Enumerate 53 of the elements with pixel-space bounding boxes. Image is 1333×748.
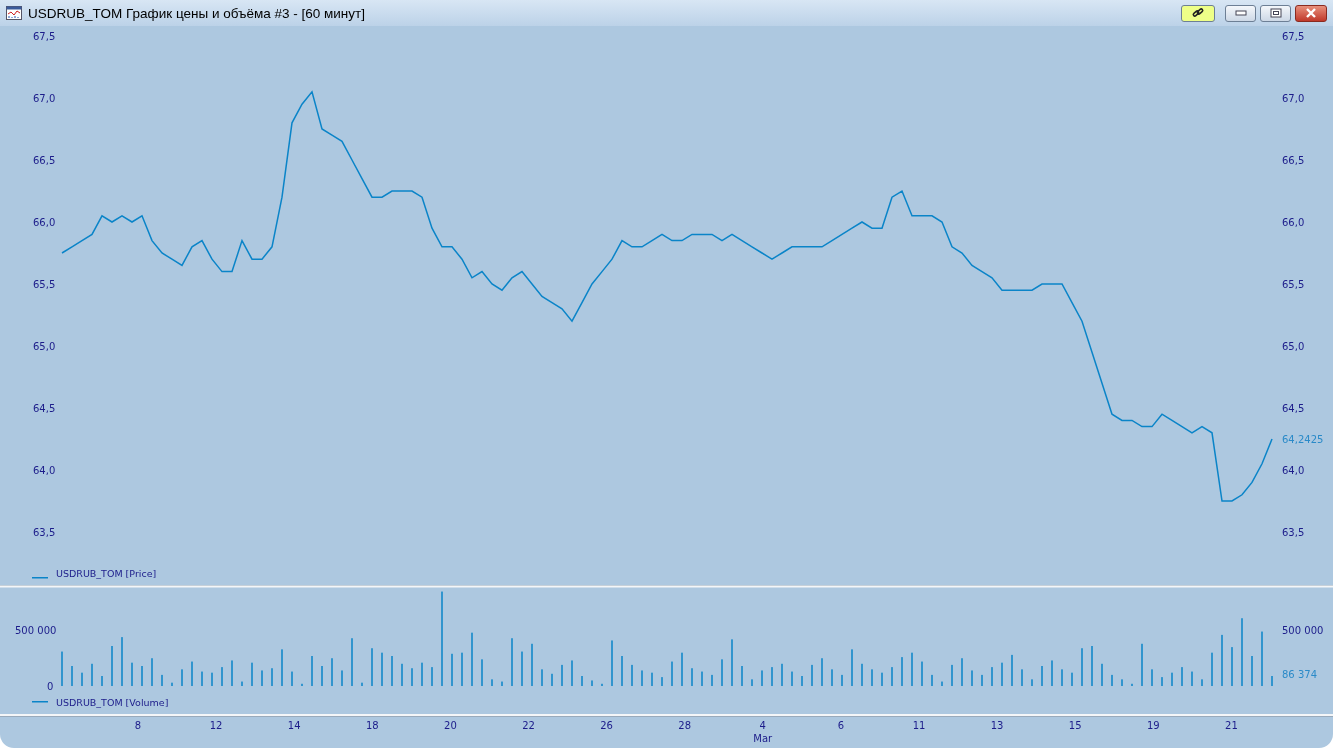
x-axis-label: 19 bbox=[1146, 720, 1160, 731]
x-axis-label: 11 bbox=[912, 720, 926, 731]
y-axis-label: 66,5 bbox=[33, 155, 56, 166]
minimize-icon bbox=[1234, 10, 1247, 16]
y-axis-label: 65,0 bbox=[33, 341, 56, 352]
last-price-label: 64,2425 bbox=[1282, 434, 1324, 445]
y-axis-label: 64,0 bbox=[33, 465, 56, 476]
x-axis-label: 28 bbox=[678, 720, 692, 731]
y-axis-label: 67,0 bbox=[1282, 93, 1305, 104]
maximize-icon bbox=[1269, 8, 1282, 18]
y-axis-label: 65,5 bbox=[1282, 279, 1305, 290]
link-button[interactable] bbox=[1181, 4, 1215, 22]
y-axis-label: 66,5 bbox=[1282, 155, 1305, 166]
y-axis-label: 66,0 bbox=[33, 217, 56, 228]
close-button[interactable] bbox=[1295, 4, 1327, 22]
x-axis-label: 21 bbox=[1225, 720, 1238, 731]
x-axis-label: 8 bbox=[134, 720, 142, 731]
x-axis-label: 13 bbox=[990, 720, 1004, 731]
y-axis-label: 63,5 bbox=[33, 527, 56, 538]
legend-line-icon bbox=[32, 701, 48, 703]
month-label: Mar bbox=[753, 733, 773, 744]
minimize-button[interactable] bbox=[1225, 4, 1256, 22]
y-axis-label: 64,5 bbox=[1282, 403, 1305, 414]
y-axis-label: 63,5 bbox=[1282, 527, 1305, 538]
x-axis-label: 6 bbox=[837, 720, 845, 731]
y-axis-label: 66,0 bbox=[1282, 217, 1305, 228]
x-axis-label: 15 bbox=[1068, 720, 1082, 731]
legend-label: USDRUB_TOM [Volume] bbox=[56, 696, 169, 708]
chart-window-icon bbox=[6, 6, 22, 20]
legend-line-icon bbox=[32, 577, 48, 579]
y-axis-label: 67,5 bbox=[1282, 31, 1305, 42]
y-axis-label: 64,5 bbox=[33, 403, 56, 414]
y-axis-label: 65,0 bbox=[1282, 341, 1305, 352]
y-axis-label: 64,0 bbox=[1282, 465, 1305, 476]
x-axis-label: 18 bbox=[365, 720, 379, 731]
x-axis-label: 4 bbox=[759, 720, 766, 731]
y-axis-label: 0 bbox=[47, 681, 54, 692]
x-axis-label: 20 bbox=[444, 720, 457, 731]
legend-label: USDRUB_TOM [Price] bbox=[56, 568, 157, 579]
x-axis-label: 12 bbox=[209, 720, 223, 731]
maximize-button[interactable] bbox=[1260, 4, 1291, 22]
close-icon bbox=[1305, 8, 1317, 18]
x-axis-label: 22 bbox=[522, 720, 535, 731]
y-axis-label: 500 000 bbox=[1282, 625, 1324, 637]
window-title: USDRUB_TOM График цены и объёма #3 - [60 минут] bbox=[28, 5, 365, 21]
y-axis-label: 500 000 bbox=[15, 625, 57, 637]
last-volume-label: 86 374 bbox=[1282, 669, 1317, 680]
y-axis-label: 65,5 bbox=[33, 279, 56, 290]
chain-link-icon bbox=[1191, 7, 1205, 19]
x-axis-label: 14 bbox=[287, 720, 301, 731]
y-axis-label: 67,0 bbox=[33, 93, 56, 104]
x-axis-label: 26 bbox=[600, 720, 613, 731]
y-axis-label: 67,5 bbox=[33, 31, 56, 42]
